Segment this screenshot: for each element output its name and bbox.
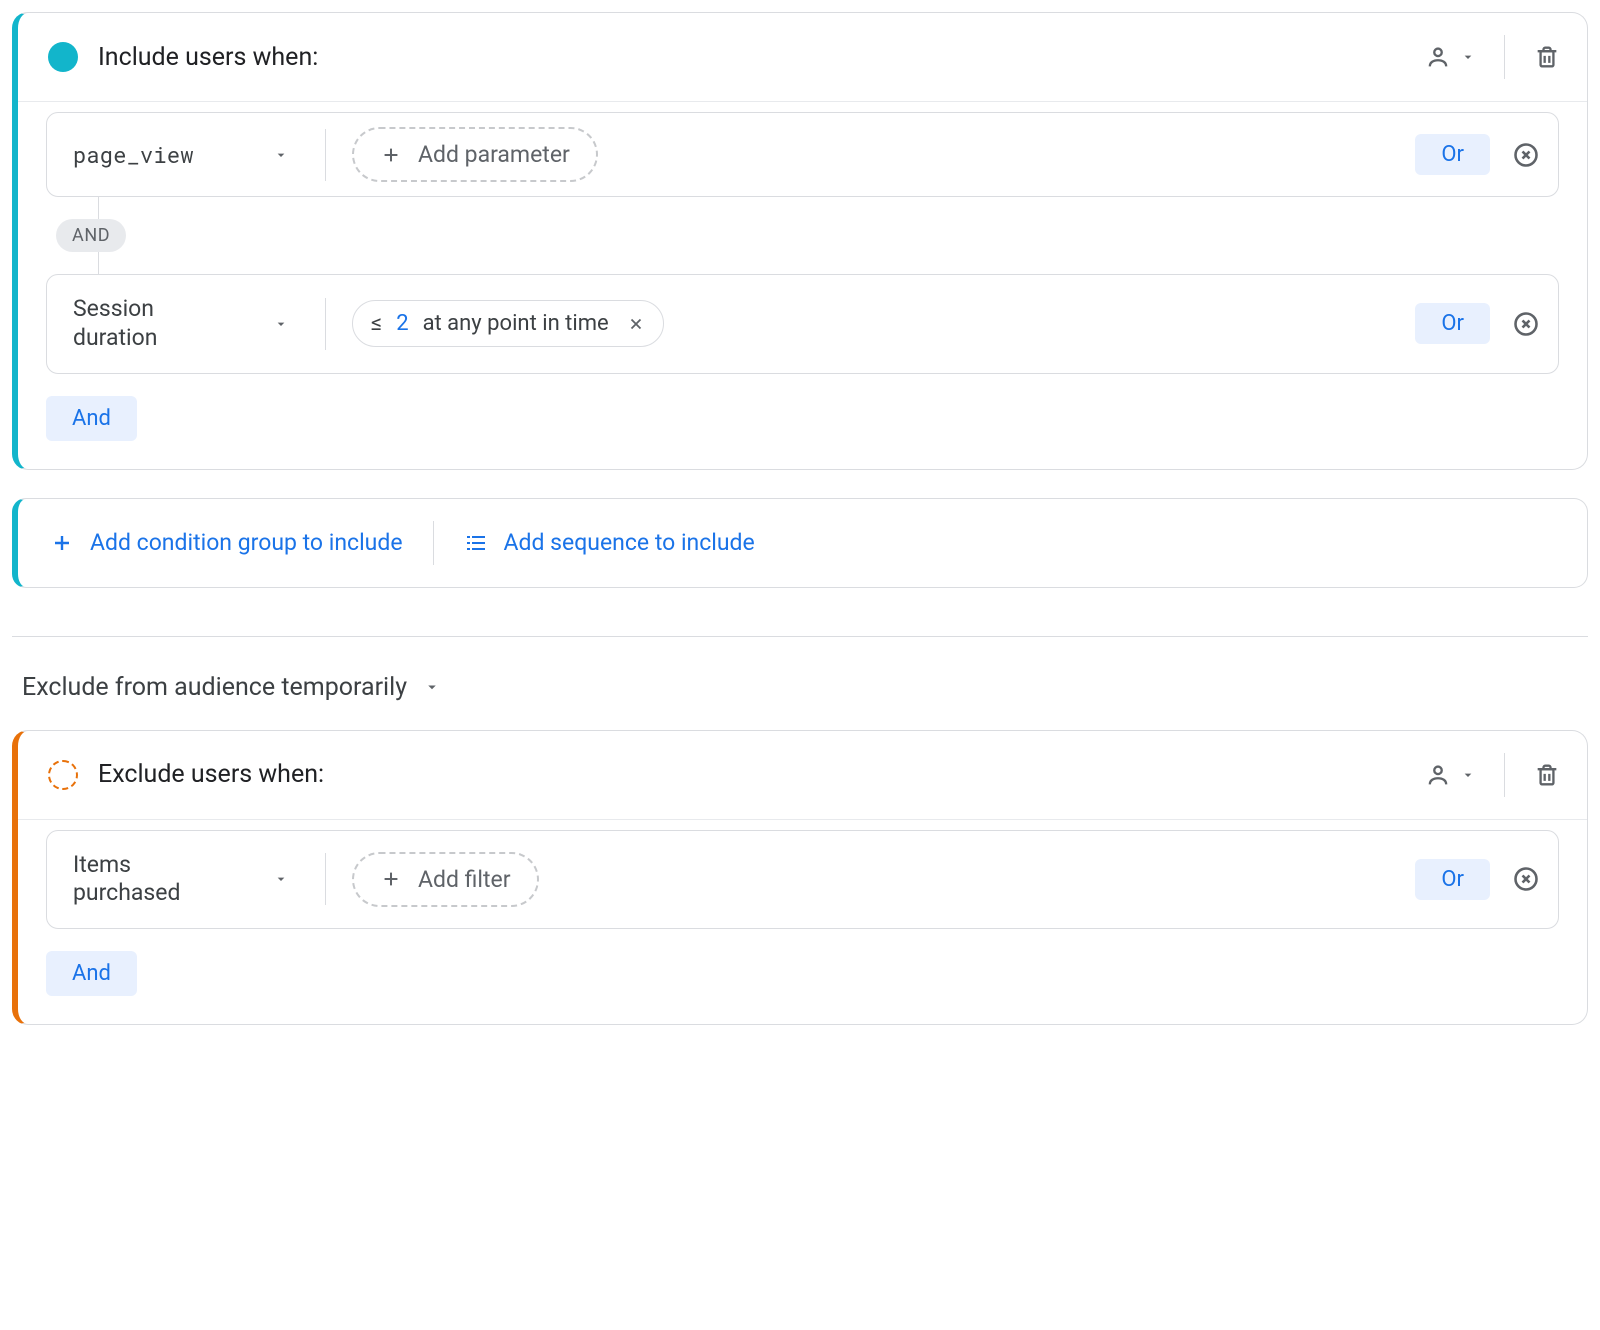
condition-row: Items purchased Add filter [47, 831, 1558, 929]
or-button[interactable]: Or [1415, 134, 1490, 175]
header-left: Include users when: [48, 42, 318, 72]
delete-group-button[interactable] [1533, 43, 1561, 71]
caret-down-icon [423, 678, 441, 696]
scope-button[interactable] [1424, 761, 1476, 789]
exclude-title: Exclude users when: [98, 760, 324, 789]
dimension-select[interactable]: Session duration [69, 289, 299, 359]
divider [1504, 35, 1505, 79]
include-group-header: Include users when: [18, 13, 1587, 101]
or-button[interactable]: Or [1415, 859, 1490, 900]
event-label: page_view [73, 141, 194, 169]
exclude-group-header: Exclude users when: [18, 731, 1587, 819]
dimension-label: Items purchased [73, 851, 243, 909]
plus-icon [50, 531, 74, 555]
condition-card: Items purchased Add filter [46, 830, 1559, 930]
sequence-icon [464, 531, 488, 555]
section-divider [12, 636, 1588, 637]
add-filter-button[interactable]: Add filter [352, 852, 539, 907]
trash-icon [1533, 761, 1561, 789]
or-label: Or [1441, 142, 1464, 167]
caret-down-icon [273, 147, 289, 163]
dimension-label: Session duration [73, 295, 243, 353]
caret-down-icon [273, 316, 289, 332]
divider [325, 129, 326, 181]
remove-condition-button[interactable] [1512, 865, 1540, 893]
add-and-button[interactable]: And [46, 396, 137, 441]
header-left: Exclude users when: [48, 760, 324, 790]
add-condition-group-label: Add condition group to include [90, 529, 403, 556]
plus-icon [380, 144, 402, 166]
caret-down-icon [1460, 767, 1476, 783]
close-circle-icon [1512, 310, 1540, 338]
add-sequence-label: Add sequence to include [504, 529, 755, 556]
person-icon [1424, 761, 1452, 789]
exclude-mode-label: Exclude from audience temporarily [22, 673, 407, 702]
status-dot-icon [48, 42, 78, 72]
close-circle-icon [1512, 141, 1540, 169]
parameter-chip[interactable]: ≤ 2 at any point in time [352, 300, 664, 347]
condition-row: Session duration ≤ 2 at any point in tim… [47, 275, 1558, 373]
event-select[interactable]: page_view [69, 135, 299, 175]
add-and-row: And [46, 396, 1559, 441]
include-group-card: Include users when: [12, 12, 1588, 470]
add-filter-label: Add filter [418, 866, 511, 893]
status-dot-icon [48, 760, 78, 790]
and-joiner-badge: AND [56, 219, 126, 252]
close-circle-icon [1512, 865, 1540, 893]
add-actions-row: Add condition group to include Add seque… [18, 499, 1587, 587]
divider [1504, 753, 1505, 797]
trash-icon [1533, 43, 1561, 71]
remove-parameter-button[interactable] [621, 315, 645, 333]
or-label: Or [1441, 311, 1464, 336]
delete-group-button[interactable] [1533, 761, 1561, 789]
caret-down-icon [273, 871, 289, 887]
header-right [1424, 35, 1561, 79]
param-suffix: at any point in time [423, 311, 609, 336]
divider [433, 521, 434, 565]
scope-button[interactable] [1424, 43, 1476, 71]
include-group-body: page_view Add parameter [18, 101, 1587, 469]
exclude-group-body: Items purchased Add filter [18, 819, 1587, 1025]
condition-joiner: AND [46, 197, 1559, 274]
condition-left: Session duration ≤ 2 at any point in tim… [69, 289, 1397, 359]
and-label: And [72, 961, 111, 986]
add-and-row: And [46, 951, 1559, 996]
condition-right: Or [1415, 134, 1540, 175]
include-title: Include users when: [98, 43, 318, 72]
and-label: And [72, 406, 111, 431]
add-parameter-button[interactable]: Add parameter [352, 127, 598, 182]
divider [325, 298, 326, 350]
add-sequence-button[interactable]: Add sequence to include [464, 529, 755, 556]
add-condition-group-button[interactable]: Add condition group to include [50, 529, 403, 556]
condition-right: Or [1415, 859, 1540, 900]
condition-row: page_view Add parameter [47, 113, 1558, 196]
condition-card: page_view Add parameter [46, 112, 1559, 197]
condition-left: Items purchased Add filter [69, 845, 1397, 915]
close-icon [627, 315, 645, 333]
add-and-button[interactable]: And [46, 951, 137, 996]
condition-right: Or [1415, 303, 1540, 344]
person-icon [1424, 43, 1452, 71]
param-prefix: ≤ [371, 311, 382, 336]
or-label: Or [1441, 867, 1464, 892]
header-right [1424, 753, 1561, 797]
caret-down-icon [1460, 49, 1476, 65]
exclude-group-card: Exclude users when: [12, 730, 1588, 1026]
plus-icon [380, 868, 402, 890]
add-actions-card: Add condition group to include Add seque… [12, 498, 1588, 588]
condition-card: Session duration ≤ 2 at any point in tim… [46, 274, 1559, 374]
or-button[interactable]: Or [1415, 303, 1490, 344]
remove-condition-button[interactable] [1512, 310, 1540, 338]
param-value: 2 [396, 311, 408, 336]
divider [325, 853, 326, 905]
dimension-select[interactable]: Items purchased [69, 845, 299, 915]
condition-left: page_view Add parameter [69, 127, 1397, 182]
add-parameter-label: Add parameter [418, 141, 570, 168]
exclude-mode-select[interactable]: Exclude from audience temporarily [12, 673, 1588, 730]
remove-condition-button[interactable] [1512, 141, 1540, 169]
